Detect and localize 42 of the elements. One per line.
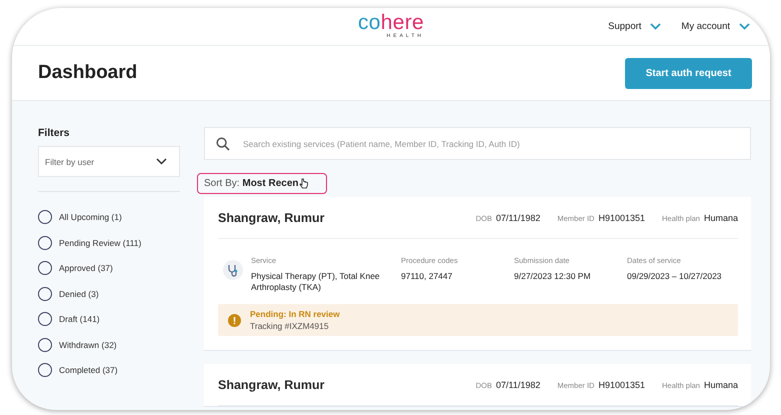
radio-button[interactable] bbox=[38, 363, 52, 377]
field-value: 07/11/1982 bbox=[496, 380, 540, 390]
field-value: 07/11/1982 bbox=[496, 212, 540, 222]
status-filter-option[interactable]: Withdrawn (32) bbox=[38, 338, 180, 352]
radio-button[interactable] bbox=[38, 312, 52, 326]
search-icon bbox=[216, 137, 230, 151]
field-value: 09/29/2023 – 10/27/2023 bbox=[627, 271, 723, 282]
radio-button[interactable] bbox=[38, 286, 52, 300]
field-value: Physical Therapy (PT), Total Knee Arthroplasty (TKA) bbox=[251, 271, 381, 293]
sort-control[interactable]: Sort By: Most Recen bbox=[197, 173, 327, 194]
stethoscope-icon bbox=[223, 260, 243, 280]
field-value: H91001351 bbox=[598, 380, 646, 390]
nav-menu[interactable]: Support bbox=[608, 21, 662, 32]
status-filter-option[interactable]: Draft (141) bbox=[38, 312, 180, 326]
status-title: Pending: In RN review bbox=[250, 309, 340, 319]
chevron-down-icon bbox=[739, 23, 750, 30]
filters-heading: Filters bbox=[38, 127, 71, 139]
field-value: 97110, 27447 bbox=[401, 271, 454, 282]
radio-button[interactable] bbox=[38, 338, 52, 352]
patient-name: Shangraw, Rumur bbox=[218, 378, 324, 392]
page-title: Dashboard bbox=[38, 62, 138, 84]
radio-button[interactable] bbox=[38, 236, 52, 250]
nav-menu[interactable]: My account bbox=[681, 21, 750, 32]
chevron-down-icon bbox=[156, 158, 167, 165]
status-filter-option[interactable]: Pending Review (111) bbox=[38, 236, 180, 250]
status-filter-option[interactable]: All Upcoming (1) bbox=[38, 210, 180, 224]
field-value: Humana bbox=[704, 212, 738, 222]
search-field[interactable]: Search existing services (Patient name, Member ID, Tracking ID, Auth ID) bbox=[204, 127, 751, 160]
field-value: Humana bbox=[704, 380, 738, 390]
status-filter-option[interactable]: Approved (37) bbox=[38, 261, 180, 275]
alert-icon bbox=[228, 314, 241, 326]
radio-button[interactable] bbox=[38, 261, 52, 275]
field-value: H91001351 bbox=[598, 212, 646, 222]
user-filter-select[interactable]: Filter by user bbox=[38, 146, 180, 177]
radio-button[interactable] bbox=[38, 210, 52, 224]
status-filter-option[interactable]: Denied (3) bbox=[38, 286, 180, 300]
hand-cursor-icon bbox=[299, 178, 308, 189]
chevron-down-icon bbox=[650, 23, 662, 30]
field-value: 9/27/2023 12:30 PM bbox=[514, 271, 592, 282]
tracking-number: Tracking #IXZM4915 bbox=[250, 321, 330, 331]
patient-name: Shangraw, Rumur bbox=[218, 210, 324, 224]
status-filter-option[interactable]: Completed (37) bbox=[38, 363, 180, 377]
